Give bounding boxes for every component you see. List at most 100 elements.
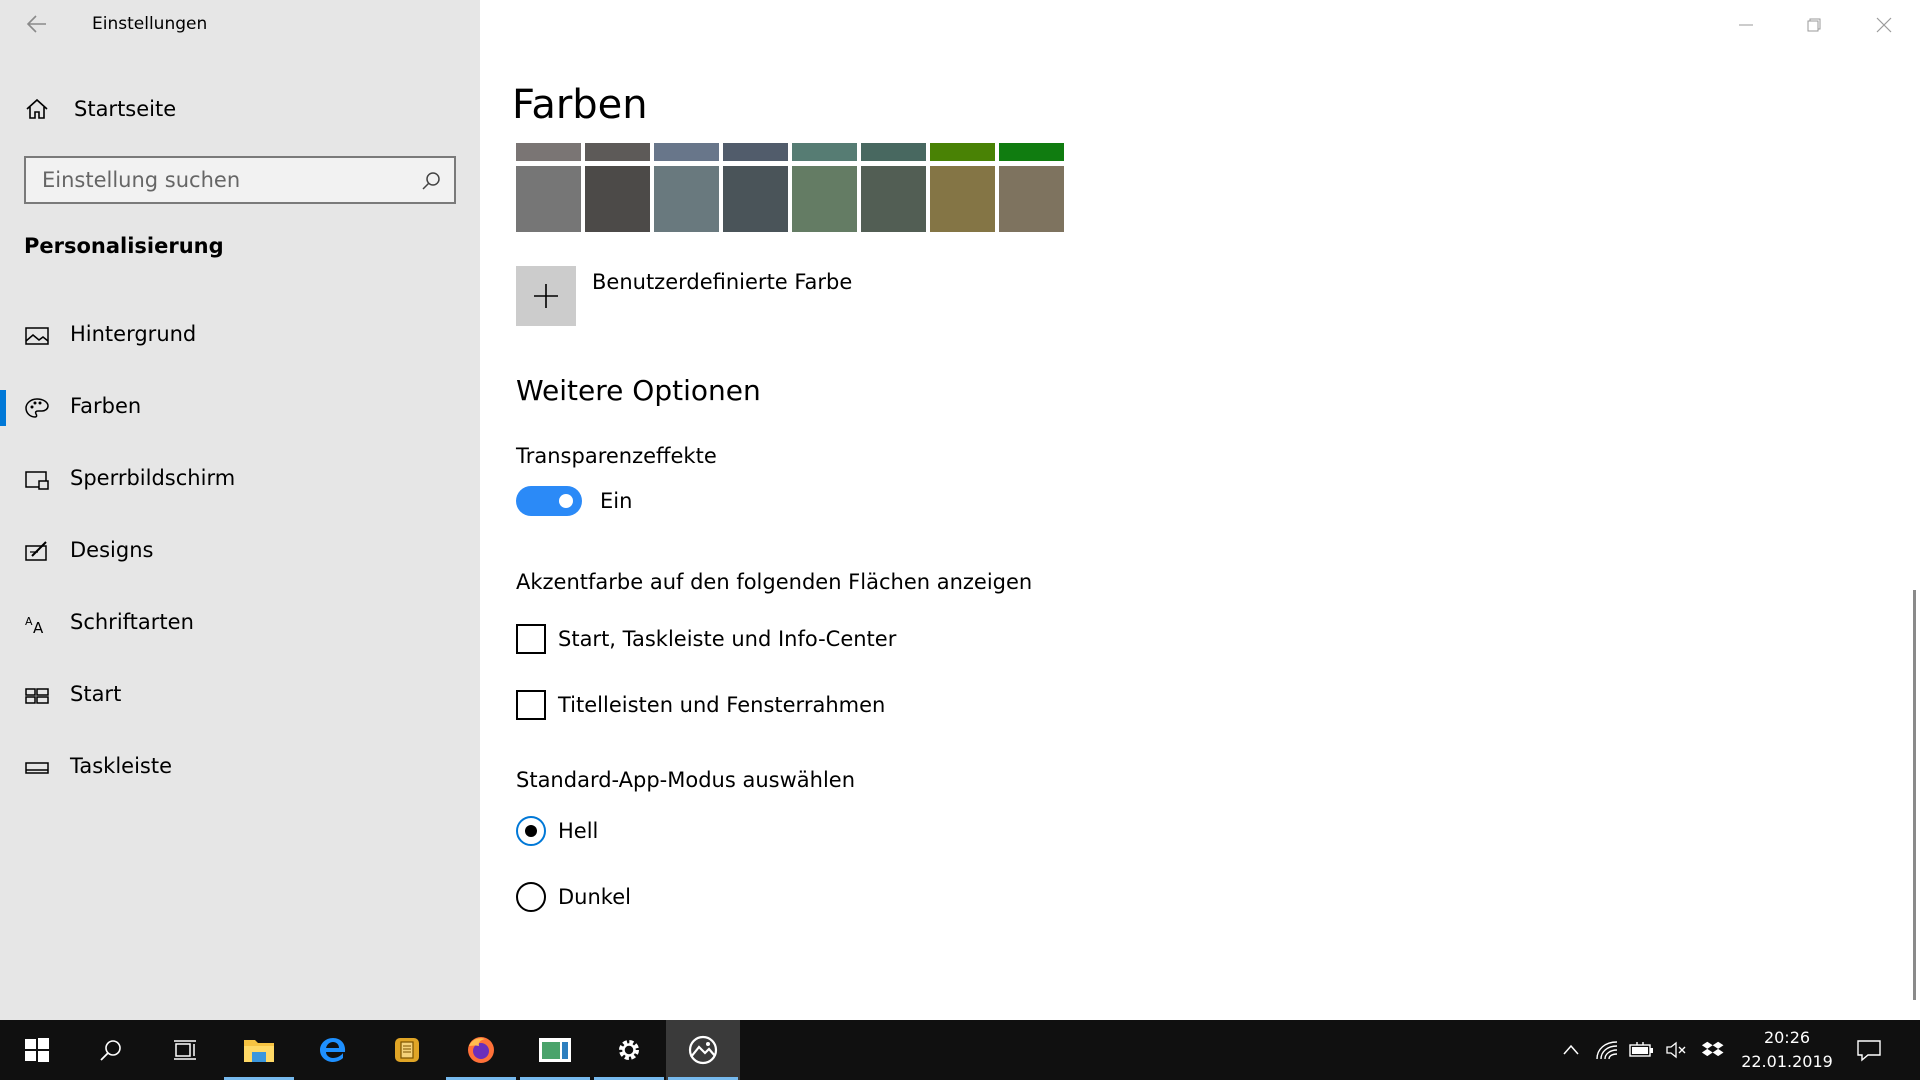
edge-browser-button[interactable] xyxy=(296,1020,370,1080)
task-view-icon xyxy=(174,1040,196,1060)
transparency-toggle-row: Ein xyxy=(516,486,632,516)
mode-light-radio[interactable] xyxy=(516,816,546,846)
sidebar-item-designs[interactable]: Designs xyxy=(0,522,480,582)
file-explorer-button[interactable] xyxy=(222,1020,296,1080)
start-button[interactable] xyxy=(0,1020,74,1080)
top-row-swatch-1[interactable] xyxy=(516,143,581,161)
volume-button[interactable] xyxy=(1664,1038,1690,1062)
search-taskbar-button[interactable] xyxy=(74,1020,148,1080)
restore-icon xyxy=(1807,18,1821,32)
close-icon xyxy=(1876,17,1892,33)
bottom-row-swatch-4[interactable] xyxy=(723,166,788,232)
taskbar: 20:26 22.01.2019 xyxy=(0,1020,1920,1080)
scrollbar[interactable] xyxy=(1913,590,1916,1000)
custom-color-label: Benutzerdefinierte Farbe xyxy=(592,270,853,294)
titlebars-checkbox[interactable] xyxy=(516,690,546,720)
minimize-icon xyxy=(1739,24,1753,26)
sidebar-item-label: Taskleiste xyxy=(70,754,173,778)
start-taskbar-checkbox[interactable] xyxy=(516,624,546,654)
radio-label: Hell xyxy=(558,819,599,843)
close-button[interactable] xyxy=(1850,0,1918,50)
top-row-swatch-2[interactable] xyxy=(585,143,650,161)
accent-surfaces-label: Akzentfarbe auf den folgenden Flächen an… xyxy=(516,570,1033,594)
clock-time: 20:26 xyxy=(1763,1028,1811,1047)
color-swatches-bottom-row xyxy=(516,166,1064,232)
firefox-button[interactable] xyxy=(444,1020,518,1080)
sidebar-item-label: Schriftarten xyxy=(70,610,194,634)
top-row-swatch-5[interactable] xyxy=(792,143,857,161)
search-icon[interactable] xyxy=(420,170,442,196)
bottom-row-swatch-5[interactable] xyxy=(792,166,857,232)
taskbar-icon xyxy=(25,762,49,774)
search-icon xyxy=(100,1040,121,1061)
action-center-button[interactable] xyxy=(1856,1038,1882,1062)
top-row-swatch-4[interactable] xyxy=(723,143,788,161)
photo-app-icon xyxy=(539,1038,571,1062)
search-box[interactable] xyxy=(24,156,456,204)
sidebar-item-label: Hintergrund xyxy=(70,322,197,346)
taskbar-clock[interactable]: 20:26 22.01.2019 xyxy=(1732,1026,1842,1074)
clock-date: 22.01.2019 xyxy=(1741,1052,1833,1071)
custom-color-button[interactable]: Benutzerdefinierte Farbe xyxy=(516,266,852,326)
bottom-row-swatch-3[interactable] xyxy=(654,166,719,232)
sidebar-item-hintergrund[interactable]: Hintergrund xyxy=(0,306,480,366)
windows-logo-icon xyxy=(25,1038,49,1062)
sidebar-item-taskleiste[interactable]: Taskleiste xyxy=(0,738,480,798)
top-row-swatch-8[interactable] xyxy=(999,143,1064,161)
image-icon xyxy=(25,327,49,345)
folder-icon xyxy=(244,1040,274,1062)
checkbox-label: Titelleisten und Fensterrahmen xyxy=(558,693,886,717)
minimize-button[interactable] xyxy=(1712,0,1780,50)
top-row-swatch-6[interactable] xyxy=(861,143,926,161)
mode-light-radio-row[interactable]: Hell xyxy=(516,816,598,846)
chevron-up-icon xyxy=(1563,1044,1579,1055)
sidebar-item-label: Designs xyxy=(70,538,154,562)
search-input[interactable] xyxy=(42,168,412,192)
network-button[interactable] xyxy=(1594,1038,1620,1062)
sidebar-item-farben[interactable]: Farben xyxy=(0,378,480,438)
bottom-row-swatch-7[interactable] xyxy=(930,166,995,232)
page-title: Farben xyxy=(512,82,648,128)
sidebar-item-start[interactable]: Start xyxy=(0,666,480,726)
back-arrow-icon xyxy=(26,15,46,33)
transparency-state: Ein xyxy=(600,489,633,513)
dropbox-button[interactable] xyxy=(1700,1038,1726,1062)
task-view-button[interactable] xyxy=(148,1020,222,1080)
sidebar-item-label: Start xyxy=(70,682,122,706)
photo-app-button[interactable] xyxy=(518,1020,592,1080)
notes-app-button[interactable] xyxy=(370,1020,444,1080)
back-button[interactable] xyxy=(24,12,50,36)
battery-button[interactable] xyxy=(1628,1038,1654,1062)
app-mode-label: Standard-App-Modus auswählen xyxy=(516,768,856,792)
bottom-row-swatch-6[interactable] xyxy=(861,166,926,232)
titlebars-checkbox-row[interactable]: Titelleisten und Fensterrahmen xyxy=(516,690,885,720)
show-hidden-icons-button[interactable] xyxy=(1558,1038,1584,1062)
mode-dark-radio-row[interactable]: Dunkel xyxy=(516,882,631,912)
bottom-row-swatch-1[interactable] xyxy=(516,166,581,232)
main-content: Farben Benutzerdefinierte Farbe Weitere … xyxy=(480,0,1920,1020)
more-options-title: Weitere Optionen xyxy=(516,374,761,407)
bottom-row-swatch-8[interactable] xyxy=(999,166,1064,232)
svg-text:A: A xyxy=(25,615,33,628)
radio-label: Dunkel xyxy=(558,885,631,909)
dropbox-icon xyxy=(1701,1041,1724,1057)
notification-icon xyxy=(1857,1040,1881,1062)
sidebar-item-schriftarten[interactable]: AA Schriftarten xyxy=(0,594,480,654)
start-taskbar-checkbox-row[interactable]: Start, Taskleiste und Info-Center xyxy=(516,624,896,654)
top-row-swatch-3[interactable] xyxy=(654,143,719,161)
sidebar-item-sperrbildschirm[interactable]: Sperrbildschirm xyxy=(0,450,480,510)
transparency-toggle[interactable] xyxy=(516,486,582,516)
home-nav-item[interactable]: Startseite xyxy=(24,92,176,126)
edge-icon xyxy=(320,1038,346,1062)
bottom-row-swatch-2[interactable] xyxy=(585,166,650,232)
app-title: Einstellungen xyxy=(92,14,208,34)
mode-dark-radio[interactable] xyxy=(516,882,546,912)
designs-icon xyxy=(25,541,47,561)
top-row-swatch-7[interactable] xyxy=(930,143,995,161)
plus-icon[interactable] xyxy=(516,266,576,326)
photos-app-button[interactable] xyxy=(666,1020,740,1080)
settings-taskbar-button[interactable] xyxy=(592,1020,666,1080)
restore-button[interactable] xyxy=(1780,0,1848,50)
sidebar-item-label: Sperrbildschirm xyxy=(70,466,236,490)
checkbox-label: Start, Taskleiste und Info-Center xyxy=(558,627,897,651)
